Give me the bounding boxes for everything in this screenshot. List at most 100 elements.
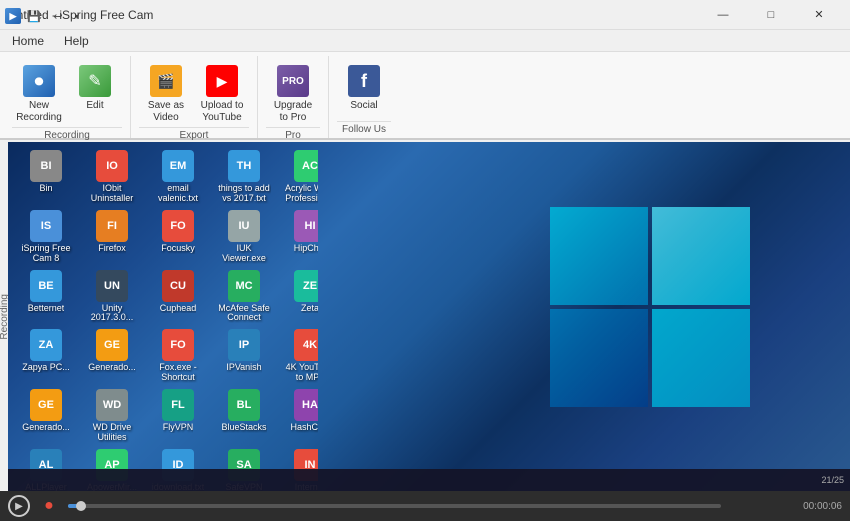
record-indicator-button[interactable]: ● xyxy=(38,495,60,517)
play-icon: ▶ xyxy=(15,501,23,512)
app-icon: ▶ xyxy=(5,8,21,24)
logo-quad-4 xyxy=(652,309,750,407)
quick-save-button[interactable]: 💾 xyxy=(23,5,45,27)
desktop-icon-image-19: 4K xyxy=(294,329,318,361)
desktop-icon-11[interactable]: UNUnity 2017.3.0... xyxy=(82,270,142,324)
desktop-icon-2[interactable]: EMemail valenic.txt xyxy=(148,150,208,204)
desktop-icon-image-3: TH xyxy=(228,150,260,182)
time-counter: 00:00:06 xyxy=(772,501,842,512)
ribbon-group-recording: ⏺ NewRecording ✎ Edit Recording xyxy=(4,56,131,138)
desktop-icon-4[interactable]: ACAcrylic Wi-Fi Professional xyxy=(280,150,318,204)
desktop-icon-5[interactable]: ISiSpring Free Cam 8 xyxy=(16,210,76,264)
desktop-icon-image-1: IO xyxy=(96,150,128,182)
desktop-icon-3[interactable]: THthings to add vs 2017.txt xyxy=(214,150,274,204)
desktop-icon-image-12: CU xyxy=(162,270,194,302)
desktop-icon-label-7: Focusky xyxy=(161,244,195,254)
desktop-icon-8[interactable]: IUIUK Viewer.exe xyxy=(214,210,274,264)
close-button[interactable]: ✕ xyxy=(796,0,842,30)
desktop-icon-image-5: IS xyxy=(30,210,62,242)
ribbon-group-export: 🎬 Save asVideo ▶ Upload toYouTube Export xyxy=(131,56,258,138)
menu-bar: Home Help xyxy=(0,30,850,52)
desktop-icon-label-0: Bin xyxy=(39,184,52,194)
desktop-icon-label-11: Unity 2017.3.0... xyxy=(85,304,139,324)
desktop-icon-21[interactable]: WDWD Drive Utilities xyxy=(82,389,142,443)
desktop-icon-grid: BIBinIOIObit UninstallerEMemail valenic.… xyxy=(8,142,318,491)
play-button[interactable]: ▶ xyxy=(8,495,30,517)
minimize-button[interactable]: — xyxy=(700,0,746,30)
window-controls: — □ ✕ xyxy=(700,0,842,30)
desktop-icon-image-8: IU xyxy=(228,210,260,242)
ribbon-buttons-pro: PRO Upgradeto Pro xyxy=(266,56,320,127)
title-bar-left: ▶ 💾 ↩ ▾ Untitled - iSpring Free Cam xyxy=(8,8,153,22)
desktop-icon-9[interactable]: HIHipChat xyxy=(280,210,318,264)
desktop-icon-image-21: WD xyxy=(96,389,128,421)
desktop-icon-image-11: UN xyxy=(96,270,128,302)
progress-bar[interactable] xyxy=(68,504,721,508)
desktop-icon-10[interactable]: BEBetternet xyxy=(16,270,76,324)
pro-icon: PRO xyxy=(277,65,309,97)
desktop-icon-label-1: IObit Uninstaller xyxy=(85,184,139,204)
ribbon: ⏺ NewRecording ✎ Edit Recording 🎬 Save a… xyxy=(0,52,850,140)
desktop-icon-0[interactable]: BIBin xyxy=(16,150,76,204)
upgrade-pro-button[interactable]: PRO Upgradeto Pro xyxy=(266,60,320,127)
desktop-icon-22[interactable]: FL FlyVPN xyxy=(148,389,208,443)
desktop-icon-label-3: things to add vs 2017.txt xyxy=(217,184,271,204)
video-preview-area: BIBinIOIObit UninstallerEMemail valenic.… xyxy=(8,142,850,491)
desktop-icon-label-21: WD Drive Utilities xyxy=(85,423,139,443)
desktop-icon-image-18: IP xyxy=(228,329,260,361)
menu-home[interactable]: Home xyxy=(2,30,54,52)
desktop-icon-label-22: FlyVPN xyxy=(163,423,194,433)
desktop-icon-1[interactable]: IOIObit Uninstaller xyxy=(82,150,142,204)
desktop-icon-18[interactable]: IP IPVanish xyxy=(214,329,274,383)
youtube-icon: ▶ xyxy=(206,65,238,97)
edit-label: Edit xyxy=(86,100,103,112)
desktop-icon-label-10: Betternet xyxy=(28,304,65,314)
progress-handle[interactable] xyxy=(76,501,86,511)
desktop-icon-label-13: McAfee Safe Connect xyxy=(217,304,271,324)
desktop-icon-label-18: IPVanish xyxy=(226,363,261,373)
desktop-icon-16[interactable]: GEGenerado... xyxy=(82,329,142,383)
desktop-icon-image-7: FO xyxy=(162,210,194,242)
desktop-icon-label-20: Generado... xyxy=(22,423,70,433)
desktop-icon-image-22: FL xyxy=(162,389,194,421)
bottom-controls-bar: ▶ ● 00:00:06 xyxy=(0,491,850,521)
desktop-icon-label-17: Fox.exe - Shortcut xyxy=(151,363,205,383)
maximize-button[interactable]: □ xyxy=(748,0,794,30)
desktop-icon-image-6: FI xyxy=(96,210,128,242)
desktop-icon-7[interactable]: FO Focusky xyxy=(148,210,208,264)
save-as-video-button[interactable]: 🎬 Save asVideo xyxy=(139,60,193,127)
social-button[interactable]: f Social xyxy=(337,60,391,120)
new-recording-label: NewRecording xyxy=(16,100,62,124)
youtube-label: Upload toYouTube xyxy=(201,100,244,124)
logo-quad-1 xyxy=(550,207,648,305)
save-video-icon: 🎬 xyxy=(150,65,182,97)
new-recording-button[interactable]: ⏺ NewRecording xyxy=(12,60,66,127)
desktop-icon-24[interactable]: HAHashCalc xyxy=(280,389,318,443)
quick-undo-button[interactable]: ↩ xyxy=(47,5,69,27)
upload-youtube-button[interactable]: ▶ Upload toYouTube xyxy=(195,60,249,127)
desktop-icon-23[interactable]: BLBlueStacks xyxy=(214,389,274,443)
desktop-icon-19[interactable]: 4K4K YouTube to MP3 xyxy=(280,329,318,383)
pro-badge-icon: PRO xyxy=(277,65,309,97)
social-label: Social xyxy=(350,100,377,112)
edit-button[interactable]: ✎ Edit xyxy=(68,60,122,120)
desktop-icon-image-14: ZE xyxy=(294,270,318,302)
title-bar: ▶ 💾 ↩ ▾ Untitled - iSpring Free Cam — □ … xyxy=(0,0,850,30)
desktop-icon-label-2: email valenic.txt xyxy=(151,184,205,204)
desktop-icon-20[interactable]: GEGenerado... xyxy=(16,389,76,443)
desktop-icon-image-4: AC xyxy=(294,150,318,182)
desktop-icon-17[interactable]: FOFox.exe - Shortcut xyxy=(148,329,208,383)
quick-access-dropdown[interactable]: ▾ xyxy=(71,5,83,27)
desktop-icon-13[interactable]: MCMcAfee Safe Connect xyxy=(214,270,274,324)
desktop-icon-12[interactable]: CUCuphead xyxy=(148,270,208,324)
menu-help[interactable]: Help xyxy=(54,30,99,52)
record-circle-icon: ⏺ xyxy=(23,65,55,97)
desktop-icon-label-24: HashCalc xyxy=(290,423,318,433)
desktop-icon-image-9: HI xyxy=(294,210,318,242)
desktop-icon-15[interactable]: ZAZapya PC... xyxy=(16,329,76,383)
desktop-icon-6[interactable]: FIFirefox xyxy=(82,210,142,264)
desktop-icon-label-8: IUK Viewer.exe xyxy=(217,244,271,264)
save-film-icon: 🎬 xyxy=(150,65,182,97)
desktop-icon-14[interactable]: ZEZeta xyxy=(280,270,318,324)
desktop-icon-image-13: MC xyxy=(228,270,260,302)
